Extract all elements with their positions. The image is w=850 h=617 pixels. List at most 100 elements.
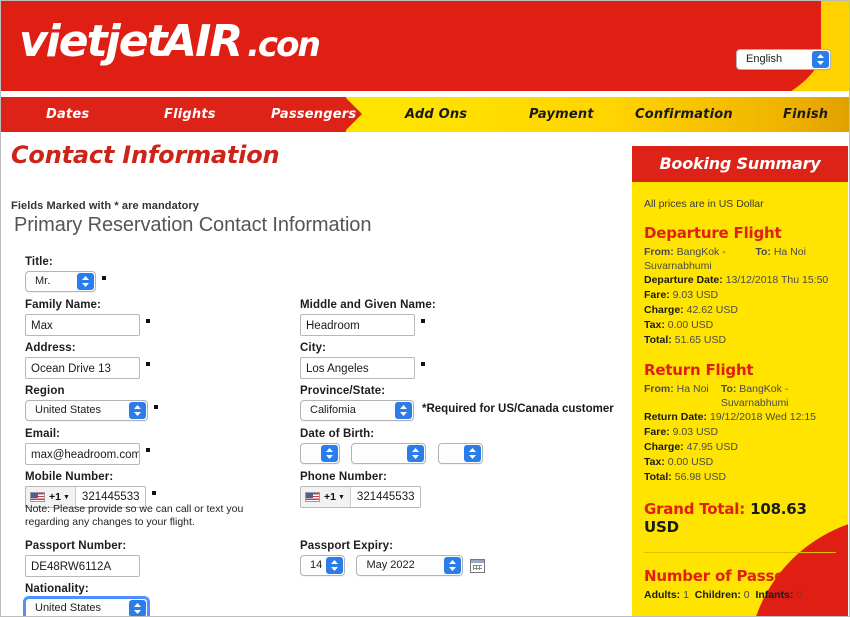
grand-total-row: Grand Total: 108.63 USD	[644, 500, 836, 536]
required-marker-address	[146, 362, 150, 367]
departure-fare-label: Fare:	[644, 289, 670, 301]
language-selector-wrapper: English	[736, 49, 831, 70]
contact-form: Title: Mr. Family Name: Max Middle and G…	[1, 132, 621, 616]
chevron-down-icon: ▼	[337, 493, 345, 501]
chevron-updown-icon	[395, 402, 412, 419]
dob-year-select[interactable]	[437, 443, 483, 464]
return-charge-row: Charge: 47.95 USD	[644, 440, 836, 454]
required-marker-city	[421, 362, 425, 367]
phone-country-code-selector[interactable]: +1 ▼	[301, 487, 351, 507]
departure-to-value: Ha Noi	[773, 246, 806, 258]
return-flight-heading: Return Flight	[644, 361, 754, 379]
region-select[interactable]: United States	[25, 400, 148, 421]
return-to-label: To:	[720, 383, 737, 395]
site-header: vietjet AIR .com English	[1, 1, 849, 91]
city-input[interactable]: Los Angeles	[300, 357, 415, 379]
required-marker-mobile-number	[152, 491, 157, 496]
title-select[interactable]: Mr.	[25, 271, 96, 292]
field-family-name: Family Name: Max	[25, 299, 150, 336]
field-passport-number: Passport Number: DE48RW6112A	[25, 540, 140, 577]
chevron-updown-icon	[129, 402, 146, 419]
children-value: 0	[743, 589, 750, 601]
dob-month-select[interactable]	[351, 443, 427, 464]
chevron-updown-icon	[326, 557, 343, 574]
nav-step-passengers[interactable]: Passengers	[271, 97, 356, 132]
chevron-down-icon: ▼	[62, 493, 70, 501]
field-family-name-label: Family Name:	[25, 299, 101, 311]
nav-step-finish[interactable]: Finish	[783, 97, 828, 132]
address-input[interactable]: Ocean Drive 13	[25, 357, 140, 379]
required-marker-family-name	[146, 319, 150, 324]
language-select[interactable]: English	[736, 49, 831, 70]
departure-date-value: 13/12/2018 Thu 15:50	[725, 274, 829, 286]
field-middle-given-name: Middle and Given Name: Headroom	[300, 299, 436, 336]
page-root: vietjet AIR .com English Dates Flights P…	[0, 0, 850, 617]
passport-expiry-day-select[interactable]: 14	[300, 555, 345, 576]
province-state-hint: *Required for US/Canada customer	[422, 402, 614, 415]
departure-flight-heading: Departure Flight	[644, 224, 782, 242]
departure-charge-value: 42.62 USD	[686, 304, 738, 316]
field-phone-number-label: Phone Number:	[300, 471, 387, 483]
mobile-number-note: Note: Please provide so we can call or t…	[25, 503, 244, 528]
province-state-select[interactable]: Califomia	[300, 400, 414, 421]
nationality-select[interactable]: United States	[23, 596, 150, 616]
return-date-row: Return Date: 19/12/2018 Wed 12:15	[644, 410, 836, 424]
departure-charge-row: Charge: 42.62 USD	[644, 303, 836, 317]
calendar-icon[interactable]	[470, 558, 486, 573]
departure-fare-row: Fare: 9.03 USD	[644, 288, 836, 302]
svg-text:AIR: AIR	[160, 18, 241, 67]
booking-summary-title: Booking Summary	[659, 154, 821, 173]
family-name-input[interactable]: Max	[25, 314, 140, 336]
infants-value: 0	[796, 589, 803, 601]
field-email: Email: max@headroom.com	[25, 428, 150, 465]
required-marker-title	[102, 275, 106, 280]
required-marker-middle-given-name	[421, 319, 425, 324]
field-passport-number-label: Passport Number:	[25, 540, 127, 552]
departure-date-row: Departure Date: 13/12/2018 Thu 15:50	[644, 273, 836, 287]
field-middle-given-name-label: Middle and Given Name:	[300, 299, 436, 311]
departure-from-label: From:	[644, 246, 674, 258]
phone-number-value[interactable]: 321445533	[351, 487, 421, 507]
departure-fare-value: 9.03 USD	[672, 289, 719, 301]
return-total-row: Total: 56.98 USD	[644, 470, 836, 484]
nav-step-payment[interactable]: Payment	[529, 97, 594, 132]
grand-total-label: Grand Total:	[644, 500, 746, 518]
vietjet-air-logo[interactable]: vietjet AIR .com	[19, 18, 319, 68]
us-flag-icon	[305, 492, 320, 502]
chevron-updown-icon	[463, 445, 481, 462]
nav-step-flights[interactable]: Flights	[164, 97, 216, 132]
mobile-country-code-value: +1	[49, 491, 61, 503]
middle-given-name-input[interactable]: Headroom	[300, 314, 415, 336]
nav-step-dates[interactable]: Dates	[46, 97, 89, 132]
email-input[interactable]: max@headroom.com	[25, 443, 140, 465]
required-marker-region	[154, 404, 158, 409]
chevron-updown-icon	[407, 445, 425, 462]
passport-number-input[interactable]: DE48RW6112A	[25, 555, 140, 577]
return-fare-value: 9.03 USD	[672, 426, 719, 438]
phone-number-input-group[interactable]: +1 ▼ 321445533	[300, 486, 422, 508]
field-nationality: Nationality: United States	[23, 583, 150, 616]
passport-expiry-monthyear-select[interactable]: May 2022	[356, 555, 464, 576]
chevron-updown-icon	[129, 600, 146, 616]
field-region: Region United States	[25, 385, 158, 421]
field-phone-number: Phone Number: +1 ▼ 321445533	[300, 471, 422, 508]
departure-total-row: Total: 51.65 USD	[644, 333, 836, 347]
field-mobile-number-label: Mobile Number:	[25, 471, 114, 483]
return-total-value: 56.98 USD	[674, 471, 727, 483]
chevron-updown-icon	[812, 51, 829, 68]
departure-total-label: Total:	[644, 334, 672, 346]
nav-step-confirmation[interactable]: Confirmation	[635, 97, 733, 132]
nav-step-add-ons[interactable]: Add Ons	[405, 97, 467, 132]
booking-steps-nav: Dates Flights Passengers Add Ons Payment…	[1, 97, 849, 132]
dob-day-select[interactable]	[300, 443, 340, 464]
field-email-label: Email:	[25, 428, 61, 440]
field-address: Address: Ocean Drive 13	[25, 342, 150, 379]
departure-date-label: Departure Date:	[644, 274, 723, 286]
field-date-of-birth-label: Date of Birth:	[300, 428, 375, 440]
field-province-state-label: Province/State:	[300, 385, 386, 397]
return-from-value: Ha Noi	[676, 383, 709, 395]
return-from-label: From:	[644, 383, 674, 395]
booking-summary-body: All prices are in US Dollar Departure Fl…	[632, 182, 848, 616]
booking-summary-panel: Booking Summary All prices are in US Dol…	[632, 146, 848, 616]
booking-summary-header: Booking Summary	[632, 146, 848, 182]
